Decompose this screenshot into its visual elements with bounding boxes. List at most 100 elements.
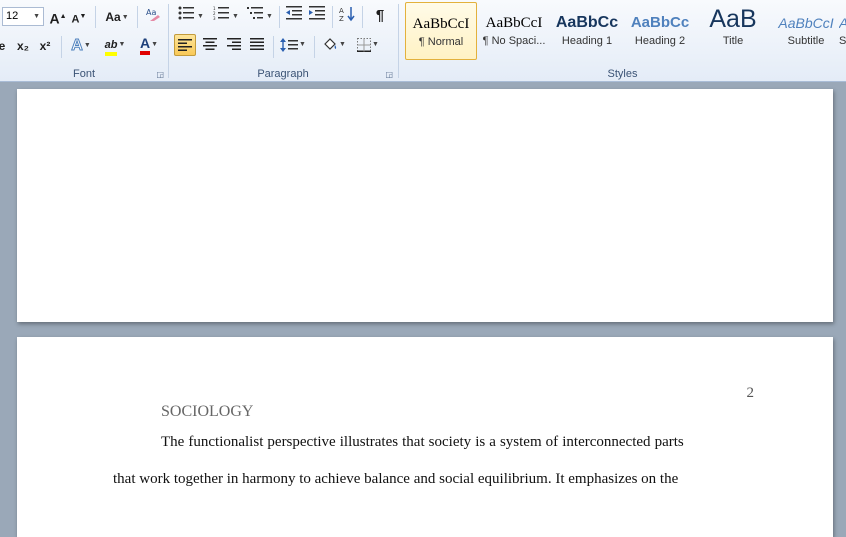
sort-icon: A Z (339, 7, 355, 23)
shrink-font-icon: A (71, 13, 80, 26)
chevron-down-icon: ▼ (266, 12, 273, 20)
bullets-button[interactable]: ▼ (176, 6, 206, 26)
chevron-down-icon: ▼ (339, 40, 346, 48)
justify-button[interactable] (246, 34, 268, 54)
numbering-button[interactable]: 1 2 3 ▼ (211, 6, 241, 26)
chevron-down-icon: ▼ (33, 13, 40, 20)
svg-text:A: A (339, 7, 344, 15)
font-group: 12 ▼ A▲ A▼ Aa▼ Aa e x₂ x² A▼ ab▼ A▼ Font… (0, 0, 168, 82)
font-color-button[interactable]: A▼ (134, 34, 164, 55)
font-size-value: 12 (6, 10, 19, 22)
style-name: S (839, 35, 846, 47)
shrink-font-button[interactable]: A▼ (71, 7, 87, 27)
borders-icon (357, 37, 372, 52)
align-right-icon (227, 38, 241, 50)
text-effects-button[interactable]: A▼ (67, 36, 95, 56)
style-preview: AaBbCc (630, 14, 690, 31)
chevron-down-icon: ▼ (118, 40, 126, 48)
multilevel-list-icon (247, 7, 264, 19)
style-preview: AaBbCc (555, 14, 619, 31)
show-formatting-button[interactable]: ¶ (370, 6, 390, 26)
grow-font-icon: A (49, 10, 60, 27)
numbering-icon: 1 2 3 (213, 6, 230, 21)
paint-bucket-icon (324, 37, 337, 50)
dialog-launcher-icon[interactable]: ◲ (156, 70, 164, 79)
highlight-icon: ab (104, 38, 118, 56)
grow-font-button[interactable]: A▲ (49, 7, 67, 27)
align-center-icon (203, 38, 217, 50)
align-left-button[interactable] (174, 34, 196, 56)
chevron-down-icon: ▼ (83, 42, 91, 49)
style-preview: AaB (709, 5, 757, 33)
paragraph-group-label: Paragraph (257, 68, 309, 80)
style-preview: AaBbCcI (412, 16, 470, 32)
style-title[interactable]: AaB Title (697, 2, 769, 60)
line-spacing-icon (280, 37, 299, 52)
subscript-icon: x₂ (16, 39, 29, 53)
font-size-box[interactable]: 12 ▼ (2, 7, 44, 26)
font-color-icon: A (139, 36, 151, 55)
decrease-indent-icon (286, 6, 302, 20)
align-center-button[interactable] (199, 34, 221, 54)
page-number: 2 (746, 385, 755, 401)
ribbon: 12 ▼ A▲ A▼ Aa▼ Aa e x₂ x² A▼ ab▼ A▼ Font… (0, 0, 846, 82)
style-name: ¶ No Spaci... (482, 35, 546, 47)
style-preview: AaBbCcI (778, 15, 834, 31)
chevron-down-icon: ▼ (121, 13, 129, 21)
highlight-button[interactable]: ab▼ (99, 34, 131, 56)
style-heading-2[interactable]: AaBbCc Heading 2 (624, 2, 696, 60)
styles-group-label: Styles (607, 68, 638, 80)
bullets-icon (178, 6, 195, 20)
style-next[interactable]: A S (839, 2, 846, 60)
styles-gallery: AaBbCcI ¶ Normal AaBbCcI ¶ No Spaci... A… (403, 2, 846, 63)
align-left-icon (178, 39, 192, 51)
decrease-indent-button[interactable] (284, 6, 304, 26)
align-right-button[interactable] (223, 34, 245, 54)
text-effects-icon: A (71, 37, 84, 55)
svg-text:Z: Z (339, 15, 344, 22)
style-name: ¶ Normal (418, 36, 464, 48)
chevron-down-icon: ▼ (151, 40, 159, 48)
change-case-button[interactable]: Aa▼ (102, 7, 132, 27)
style-preview: A (839, 11, 846, 35)
font-group-label: Font (72, 68, 95, 80)
chevron-down-icon: ▼ (197, 12, 204, 20)
style-name: Title (722, 35, 744, 47)
style-heading-1[interactable]: AaBbCc Heading 1 (551, 2, 623, 60)
style-subtitle[interactable]: AaBbCcI Subtitle (770, 2, 842, 60)
paragraph-group: ▼ 1 2 3 ▼ ▼ A Z ¶ ▼ ▼ ▼ Paragraph ◲ (169, 0, 397, 82)
increase-indent-icon (309, 6, 325, 20)
svg-text:Aa: Aa (146, 8, 156, 17)
chevron-down-icon: ▼ (299, 40, 306, 48)
body-text-line: that work together in harmony to achieve… (113, 471, 679, 487)
shading-button[interactable]: ▼ (319, 34, 349, 54)
document-page-2[interactable]: 2 SOCIOLOGY The functionalist perspectiv… (17, 337, 833, 537)
pilcrow-icon: ¶ (375, 7, 385, 24)
strikethrough-button[interactable]: e (0, 36, 6, 56)
running-head: SOCIOLOGY (161, 403, 254, 420)
increase-indent-button[interactable] (307, 6, 327, 26)
style-no-spacing[interactable]: AaBbCcI ¶ No Spaci... (478, 2, 550, 60)
sort-button[interactable]: A Z (337, 6, 357, 26)
style-name: Heading 2 (634, 35, 686, 47)
superscript-icon: x² (39, 39, 51, 53)
change-case-icon: Aa (105, 10, 121, 24)
chevron-down-icon: ▼ (372, 40, 379, 48)
style-name: Subtitle (787, 35, 825, 47)
chevron-down-icon: ▼ (232, 12, 239, 20)
style-normal[interactable]: AaBbCcI ¶ Normal (405, 2, 477, 60)
clear-formatting-icon: Aa (146, 8, 160, 21)
line-spacing-button[interactable]: ▼ (278, 34, 308, 54)
svg-text:3: 3 (213, 16, 216, 20)
multilevel-list-button[interactable]: ▼ (245, 6, 275, 26)
style-preview: AaBbCcI (485, 15, 543, 31)
document-page-1[interactable] (17, 89, 833, 322)
clear-formatting-button[interactable]: Aa (143, 6, 163, 26)
justify-icon (250, 38, 264, 50)
style-name: Heading 1 (561, 35, 613, 47)
borders-button[interactable]: ▼ (353, 34, 383, 54)
subscript-button[interactable]: x₂ (14, 36, 32, 56)
dialog-launcher-icon[interactable]: ◲ (385, 70, 393, 79)
body-text-line: The functionalist perspective illustrate… (161, 434, 684, 450)
superscript-button[interactable]: x² (36, 36, 54, 56)
